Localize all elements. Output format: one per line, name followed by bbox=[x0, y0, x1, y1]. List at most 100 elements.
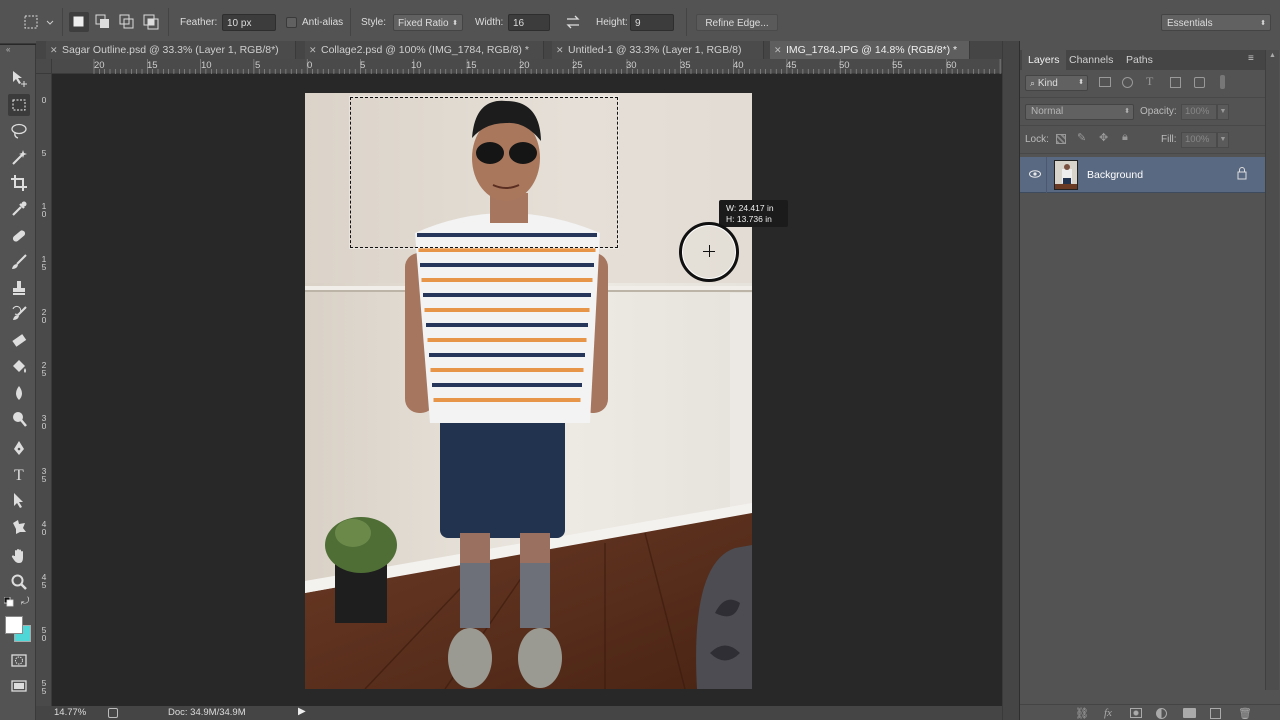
tab-channels[interactable]: Channels bbox=[1069, 50, 1113, 70]
path-selection-tool[interactable] bbox=[8, 489, 30, 511]
status-menu-arrow-icon[interactable]: ▶ bbox=[298, 706, 306, 717]
swap-width-height-button[interactable] bbox=[562, 12, 584, 32]
pen-tool[interactable] bbox=[8, 437, 30, 459]
tab-label: Sagar Outline.psd @ 33.3% (Layer 1, RGB/… bbox=[62, 44, 279, 56]
crop-tool[interactable] bbox=[8, 172, 30, 194]
refine-edge-button[interactable]: Refine Edge... bbox=[696, 14, 778, 31]
lock-image-icon[interactable]: ✎ bbox=[1077, 131, 1086, 144]
brush-tool[interactable] bbox=[8, 251, 30, 273]
marquee-selection[interactable] bbox=[350, 97, 618, 248]
clone-stamp-tool[interactable] bbox=[8, 277, 30, 299]
swap-colors-icon[interactable]: ⤾ bbox=[21, 596, 29, 607]
layers-panel-footer: ⛓ fx 🗑︎ bbox=[1020, 704, 1280, 720]
default-colors-icon[interactable] bbox=[3, 596, 14, 607]
quick-mask-button[interactable] bbox=[8, 649, 30, 671]
blend-mode-select[interactable]: Normal ⬍ bbox=[1025, 104, 1134, 120]
tab-sagar-outline[interactable]: ✕ Sagar Outline.psd @ 33.3% (Layer 1, RG… bbox=[46, 41, 296, 59]
adjustment-layer-icon[interactable] bbox=[1156, 708, 1167, 719]
subtract-from-selection-button[interactable] bbox=[117, 12, 137, 32]
new-selection-button[interactable] bbox=[69, 12, 89, 32]
add-mask-icon[interactable] bbox=[1130, 708, 1142, 718]
new-group-icon[interactable] bbox=[1183, 708, 1196, 718]
healing-brush-tool[interactable] bbox=[8, 225, 30, 247]
filter-toggle-icon[interactable] bbox=[1220, 75, 1225, 89]
path-selection-icon bbox=[14, 493, 23, 508]
close-icon[interactable]: ✕ bbox=[556, 41, 564, 59]
new-layer-icon[interactable] bbox=[1210, 708, 1221, 719]
layer-style-icon[interactable]: fx bbox=[1104, 707, 1112, 719]
tab-img-1784[interactable]: ✕ IMG_1784.JPG @ 14.8% (RGB/8*) * bbox=[770, 41, 970, 59]
type-tool[interactable]: T bbox=[8, 463, 30, 485]
opacity-input[interactable]: 100% bbox=[1181, 104, 1217, 120]
screen-mode-button[interactable] bbox=[8, 675, 30, 697]
vertical-ruler[interactable]: 0 5 10 15 20 25 30 35 40 45 50 55 bbox=[36, 74, 52, 706]
add-to-selection-button[interactable] bbox=[93, 12, 113, 32]
kind-filter-select[interactable]: ⌕ Kind ⬍ bbox=[1025, 75, 1088, 91]
scroll-up-icon[interactable]: ▲ bbox=[1269, 52, 1276, 59]
document-canvas[interactable]: W: 24.417 in H: 13.736 in bbox=[52, 74, 1002, 706]
close-icon[interactable]: ✕ bbox=[309, 41, 317, 59]
fill-dropdown-icon[interactable]: ▼ bbox=[1217, 132, 1229, 148]
zoom-level[interactable]: 14.77% bbox=[54, 707, 86, 718]
shape-filter-icon[interactable] bbox=[1170, 77, 1181, 88]
stamp-icon bbox=[13, 281, 25, 295]
horizontal-ruler[interactable]: 20 15 10 5 0 5 10 15 20 25 30 35 40 45 5… bbox=[52, 59, 1002, 74]
layer-thumbnail[interactable] bbox=[1054, 160, 1078, 190]
ruler-label: 10 bbox=[41, 201, 47, 219]
lock-position-icon[interactable]: ✥ bbox=[1099, 131, 1108, 144]
link-layers-icon[interactable]: ⛓ bbox=[1075, 707, 1089, 720]
close-icon[interactable]: ✕ bbox=[774, 41, 782, 59]
fill-input[interactable]: 100% bbox=[1181, 132, 1217, 148]
zoom-tool[interactable] bbox=[8, 571, 30, 593]
checkbox-box[interactable] bbox=[286, 17, 297, 28]
layer-row-background[interactable]: Background bbox=[1020, 157, 1265, 193]
ruler-origin[interactable] bbox=[36, 59, 52, 74]
marquee-tool-preset-picker[interactable] bbox=[20, 12, 56, 32]
tab-collage2[interactable]: ✕ Collage2.psd @ 100% (IMG_1784, RGB/8) … bbox=[305, 41, 544, 59]
magic-wand-tool[interactable] bbox=[8, 146, 30, 168]
move-tool[interactable] bbox=[8, 67, 30, 89]
trash-icon[interactable]: 🗑︎ bbox=[1238, 707, 1252, 720]
foreground-color-swatch[interactable] bbox=[5, 616, 23, 634]
pixel-filter-icon[interactable] bbox=[1099, 77, 1111, 87]
width-input[interactable]: 16 bbox=[508, 14, 550, 31]
panel-scrollbar[interactable]: ▲ bbox=[1265, 50, 1279, 690]
intersect-selection-button[interactable] bbox=[141, 12, 161, 32]
workspace-select[interactable]: Essentials ⬍ bbox=[1161, 14, 1271, 31]
rectangular-marquee-tool[interactable] bbox=[8, 94, 30, 116]
height-input[interactable]: 9 bbox=[630, 14, 674, 31]
smart-object-filter-icon[interactable] bbox=[1194, 77, 1205, 88]
lock-transparent-icon[interactable] bbox=[1056, 134, 1066, 144]
tools-panel: « T ⤾ bbox=[0, 45, 36, 720]
layer-name[interactable]: Background bbox=[1087, 169, 1143, 181]
tab-layers[interactable]: Layers bbox=[1022, 50, 1066, 70]
type-filter-icon[interactable]: T bbox=[1146, 74, 1153, 89]
panel-menu-icon[interactable]: ≡ bbox=[1248, 53, 1254, 64]
status-bar-icon[interactable] bbox=[108, 708, 118, 718]
blend-mode-value: Normal bbox=[1031, 106, 1064, 117]
toolbar-collapse-arrows-icon[interactable]: « bbox=[6, 45, 10, 54]
ruler-label: 15 bbox=[41, 254, 47, 272]
lock-row: Lock: ✎ ✥ 🔒︎ Fill: 100% ▼ bbox=[1020, 126, 1265, 154]
paint-bucket-tool[interactable] bbox=[8, 356, 30, 378]
eyedropper-tool[interactable] bbox=[8, 198, 30, 220]
history-brush-tool[interactable] bbox=[8, 303, 30, 325]
eraser-tool[interactable] bbox=[8, 329, 30, 351]
tab-untitled-1[interactable]: ✕ Untitled-1 @ 33.3% (Layer 1, RGB/8) bbox=[552, 41, 764, 59]
opacity-dropdown-icon[interactable]: ▼ bbox=[1217, 104, 1229, 120]
lasso-tool[interactable] bbox=[8, 120, 30, 142]
workspace-select-value: Essentials bbox=[1167, 18, 1213, 29]
hand-tool[interactable] bbox=[8, 545, 30, 567]
style-select[interactable]: Fixed Ratio ⬍ bbox=[393, 14, 463, 31]
dodge-tool[interactable] bbox=[8, 408, 30, 430]
adjustment-filter-icon[interactable] bbox=[1122, 77, 1133, 88]
eye-icon[interactable] bbox=[1029, 169, 1041, 182]
lock-all-icon[interactable]: 🔒︎ bbox=[1122, 131, 1128, 144]
custom-shape-tool[interactable] bbox=[8, 515, 30, 537]
blur-tool[interactable] bbox=[8, 382, 30, 404]
shape-icon bbox=[13, 520, 26, 534]
tab-paths[interactable]: Paths bbox=[1126, 50, 1153, 70]
close-icon[interactable]: ✕ bbox=[50, 41, 58, 59]
antialias-checkbox[interactable] bbox=[286, 17, 297, 34]
feather-input[interactable]: 10 px bbox=[222, 14, 276, 31]
